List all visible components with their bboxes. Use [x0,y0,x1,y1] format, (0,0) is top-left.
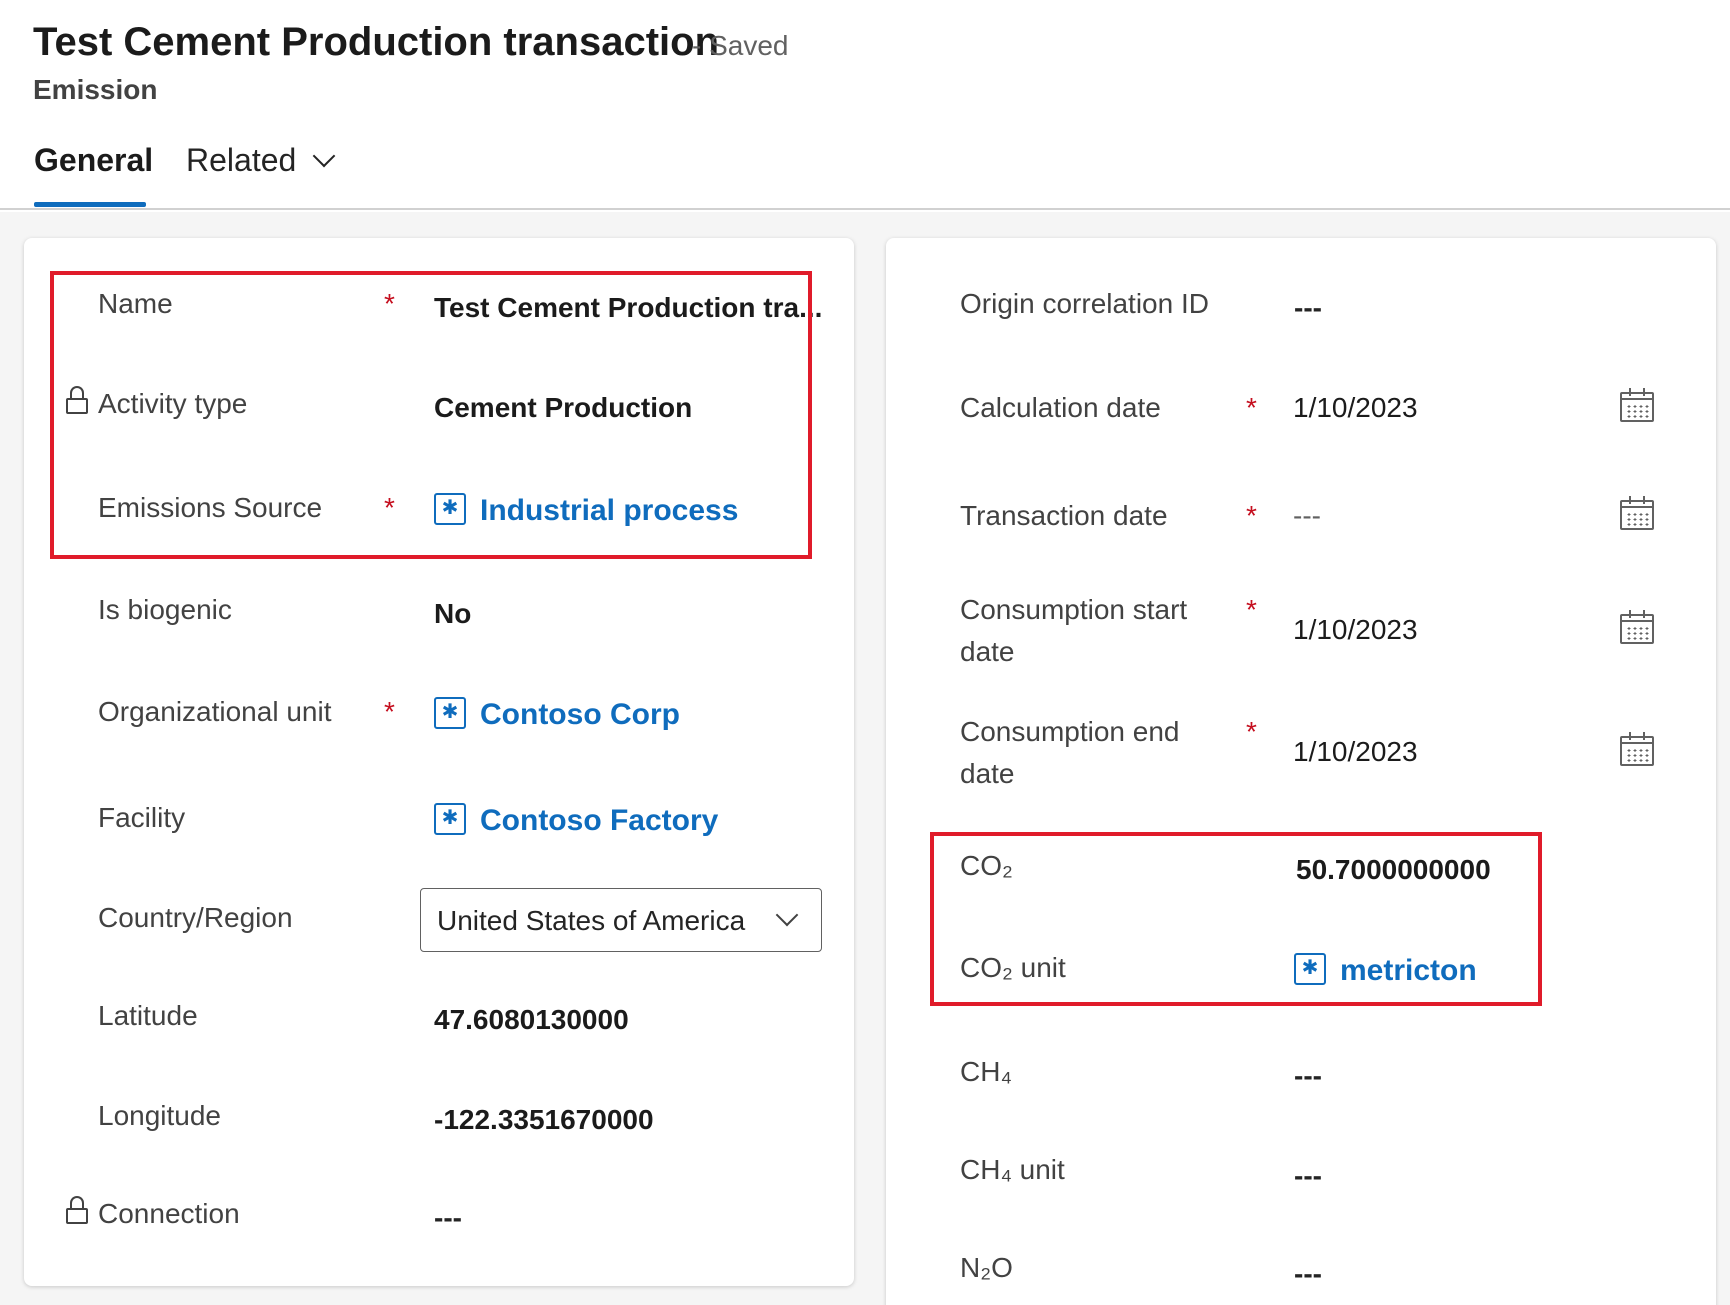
consumption-end-date-label-line1: Consumption end [960,716,1180,747]
required-indicator: * [384,696,395,727]
ch4-label: CH₄ [960,1056,1012,1087]
n2o-label: N₂O [960,1252,1013,1283]
longitude-label: Longitude [98,1100,222,1131]
n2o-field[interactable]: --- [1294,1258,1322,1290]
country-region-label: Country/Region [98,902,293,933]
ch4-unit-label: CH₄ unit [960,1154,1065,1185]
organizational-unit-value: Contoso Corp [480,698,680,731]
required-indicator: * [1246,392,1257,423]
page-title: Test Cement Production transaction [33,20,720,64]
consumption-start-date-field[interactable]: 1/10/2023 [1293,614,1418,646]
facility-label: Facility [98,802,186,833]
lock-icon [66,1196,88,1224]
entity-type-label: Emission [33,74,158,105]
is-biogenic-value[interactable]: No [434,598,471,630]
chevron-down-icon [312,144,336,168]
latitude-field[interactable]: 47.6080130000 [434,1004,629,1036]
origin-correlation-id-label: Origin correlation ID [960,288,1209,319]
calendar-icon[interactable] [1620,610,1654,644]
consumption-end-date-label-line2: date [960,758,1015,789]
ch4-unit-field[interactable]: --- [1294,1160,1322,1192]
ch4-field[interactable]: --- [1294,1060,1322,1092]
transaction-date-label: Transaction date [960,500,1168,531]
longitude-field[interactable]: -122.3351670000 [434,1104,654,1136]
origin-correlation-id-field[interactable]: --- [1294,292,1322,324]
entity-lookup-icon [434,803,466,836]
organizational-unit-lookup[interactable]: Contoso Corp [434,697,680,732]
consumption-end-date-field[interactable]: 1/10/2023 [1293,736,1418,768]
consumption-start-date-label-line1: Consumption start [960,594,1188,625]
organizational-unit-label: Organizational unit [98,696,332,727]
required-indicator: * [1246,500,1257,531]
tab-general[interactable]: General [34,142,153,179]
highlight-box-co2 [930,832,1542,1006]
calculation-date-field[interactable]: 1/10/2023 [1293,392,1418,424]
entity-lookup-icon [434,697,466,730]
required-indicator: * [1246,716,1257,747]
form-header: Test Cement Production transaction - Sav… [0,0,1730,210]
connection-value: --- [434,1202,462,1233]
connection-label: Connection [98,1198,240,1229]
calendar-icon[interactable] [1620,388,1654,422]
latitude-label: Latitude [98,1000,198,1031]
chevron-down-icon [775,903,799,927]
facility-value: Contoso Factory [480,804,719,837]
country-region-value: United States of America [437,905,746,936]
transaction-date-field[interactable]: --- [1293,500,1321,532]
consumption-start-date-label-line2: date [960,636,1015,667]
required-indicator: * [1246,594,1257,625]
is-biogenic-label: Is biogenic [98,594,232,625]
calendar-icon[interactable] [1620,496,1654,530]
highlight-box-source [50,271,812,559]
tab-active-indicator [34,202,146,207]
tab-related[interactable]: Related [186,142,336,179]
save-status: - Saved [692,30,789,61]
calculation-date-label: Calculation date [960,392,1161,423]
calendar-icon[interactable] [1620,732,1654,766]
tab-related-label: Related [186,142,297,178]
facility-lookup[interactable]: Contoso Factory [434,803,719,838]
country-region-select[interactable]: United States of America [420,888,822,952]
